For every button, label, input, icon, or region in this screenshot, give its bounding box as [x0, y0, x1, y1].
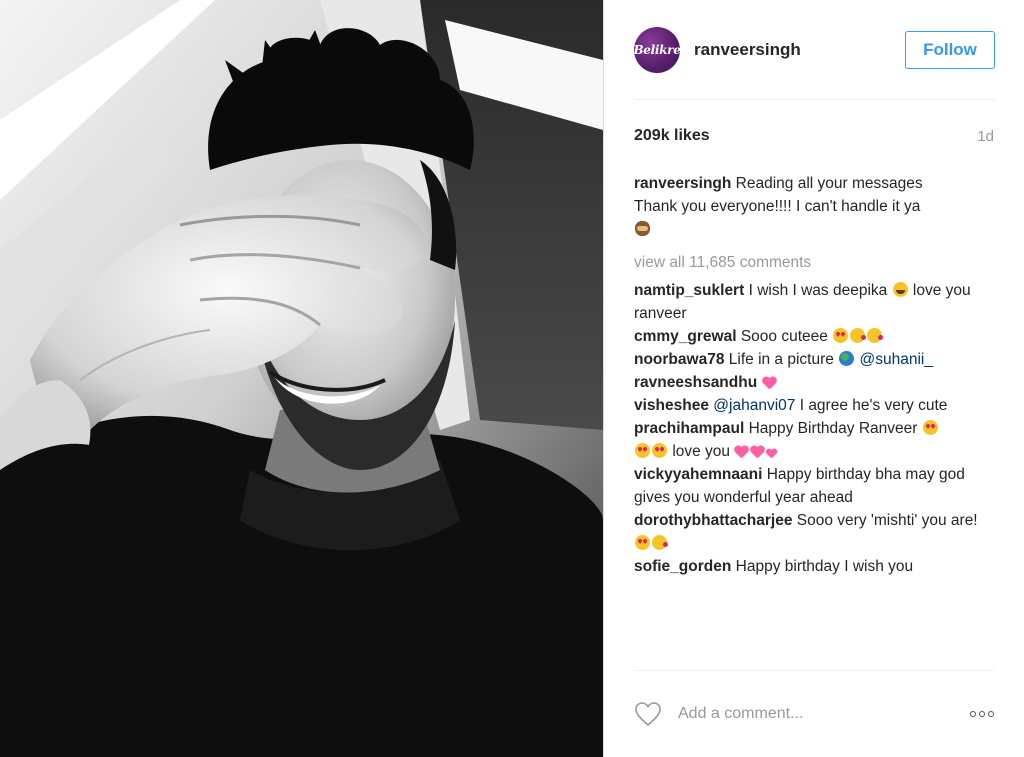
comment-item: cmmy_grewal Sooo cuteee [634, 325, 996, 348]
heart-with-ribbon-icon [763, 376, 777, 389]
comment-text: you are! [921, 512, 978, 529]
heart-with-ribbon-icon [735, 445, 749, 458]
comment-item: prachihampaul Happy Birthday Ranveer lov… [634, 417, 996, 463]
caption-text-line2: Thank you everyone!!!! I can't handle it… [634, 198, 921, 215]
comment-item: namtip_suklert I wish I was deepika love… [634, 279, 996, 325]
comment-item: visheshee @jahanvi07 I agree he's very c… [634, 394, 996, 417]
post-photo-image [0, 0, 603, 757]
comment-username[interactable]: sofie_gorden [634, 558, 731, 575]
comment-item: dorothybhattacharjee Sooo very 'mishti' … [634, 509, 996, 555]
comment-text: Happy Birthday Ranveer [748, 420, 918, 437]
tears-of-joy-icon [892, 282, 908, 297]
avatar[interactable]: Belikre [633, 27, 681, 73]
comment-text: Sooo very 'mishti' [796, 512, 918, 529]
kissing-heart-icon [850, 328, 867, 343]
heart-eyes-icon [635, 535, 650, 550]
comment-username[interactable]: noorbawa78 [634, 351, 724, 368]
post-photo[interactable] [0, 0, 603, 757]
comment-text: I agree he's very cute [799, 397, 948, 414]
comment-text: love you [672, 443, 731, 460]
comment-username[interactable]: ravneeshsandhu [634, 374, 757, 391]
header-divider [634, 99, 995, 100]
caption-text-line1: Reading all your messages [735, 175, 923, 192]
comment-mention[interactable]: @jahanvi07 [713, 397, 795, 414]
comment-username[interactable]: dorothybhattacharjee [634, 512, 792, 529]
view-all-comments-link[interactable]: view all 11,685 comments [634, 251, 996, 274]
more-dot-icon [970, 711, 976, 717]
comment-username[interactable]: namtip_suklert [634, 282, 744, 299]
comment-username[interactable]: prachihampaul [634, 420, 744, 437]
comment-text: I wish I was deepika [748, 282, 888, 299]
comment-username[interactable]: visheshee [634, 397, 709, 414]
comment-mention[interactable]: @suhanii_ [860, 351, 933, 368]
two-hearts-icon [767, 448, 777, 458]
see-no-evil-monkey-icon [635, 221, 650, 236]
kissing-heart-icon [867, 328, 884, 343]
caption: ranveersingh Reading all your messages T… [634, 172, 996, 241]
comment-item: noorbawa78 Life in a picture @suhanii_ [634, 348, 996, 371]
heart-eyes-icon [635, 443, 650, 458]
post-author-username[interactable]: ranveersingh [694, 40, 801, 60]
heart-eyes-icon [833, 328, 849, 343]
kissing-heart-icon [652, 535, 668, 550]
caption-username[interactable]: ranveersingh [634, 175, 731, 192]
more-dot-icon [979, 711, 985, 717]
more-dot-icon [988, 711, 994, 717]
comment-item: vickyyahemnaani Happy birthday bha may g… [634, 463, 996, 509]
instagram-post: Belikre ranveersingh Follow 209k likes 1… [0, 0, 1024, 757]
comment-username[interactable]: cmmy_grewal [634, 328, 737, 345]
comment-text: Sooo cuteee [740, 328, 828, 345]
post-header: Belikre ranveersingh Follow [604, 0, 1024, 100]
comment-item: ravneeshsandhu [634, 371, 996, 394]
heart-eyes-icon [922, 420, 938, 435]
comments-list: ranveersingh Reading all your messages T… [634, 172, 996, 670]
add-comment-input[interactable] [678, 705, 970, 723]
avatar-logo-text: Belikre [633, 43, 681, 57]
post-stats: 209k likes 1d [634, 124, 994, 148]
more-options-icon[interactable] [970, 711, 994, 717]
comment-footer [634, 670, 994, 757]
comment-text: Life in a picture [728, 351, 834, 368]
comment-username[interactable]: vickyyahemnaani [634, 466, 762, 483]
sparkling-heart-icon [751, 445, 765, 458]
comment-text: Happy birthday I wish you [735, 558, 914, 575]
comment-item: sofie_gorden Happy birthday I wish you [634, 555, 996, 578]
post-timestamp[interactable]: 1d [977, 128, 994, 145]
likes-count[interactable]: 209k likes [634, 127, 710, 145]
heart-eyes-icon [652, 443, 667, 458]
follow-button[interactable]: Follow [905, 31, 995, 69]
heart-outline-icon[interactable] [634, 701, 662, 727]
earth-globe-icon [839, 351, 855, 366]
post-side-panel: Belikre ranveersingh Follow 209k likes 1… [603, 0, 1024, 757]
